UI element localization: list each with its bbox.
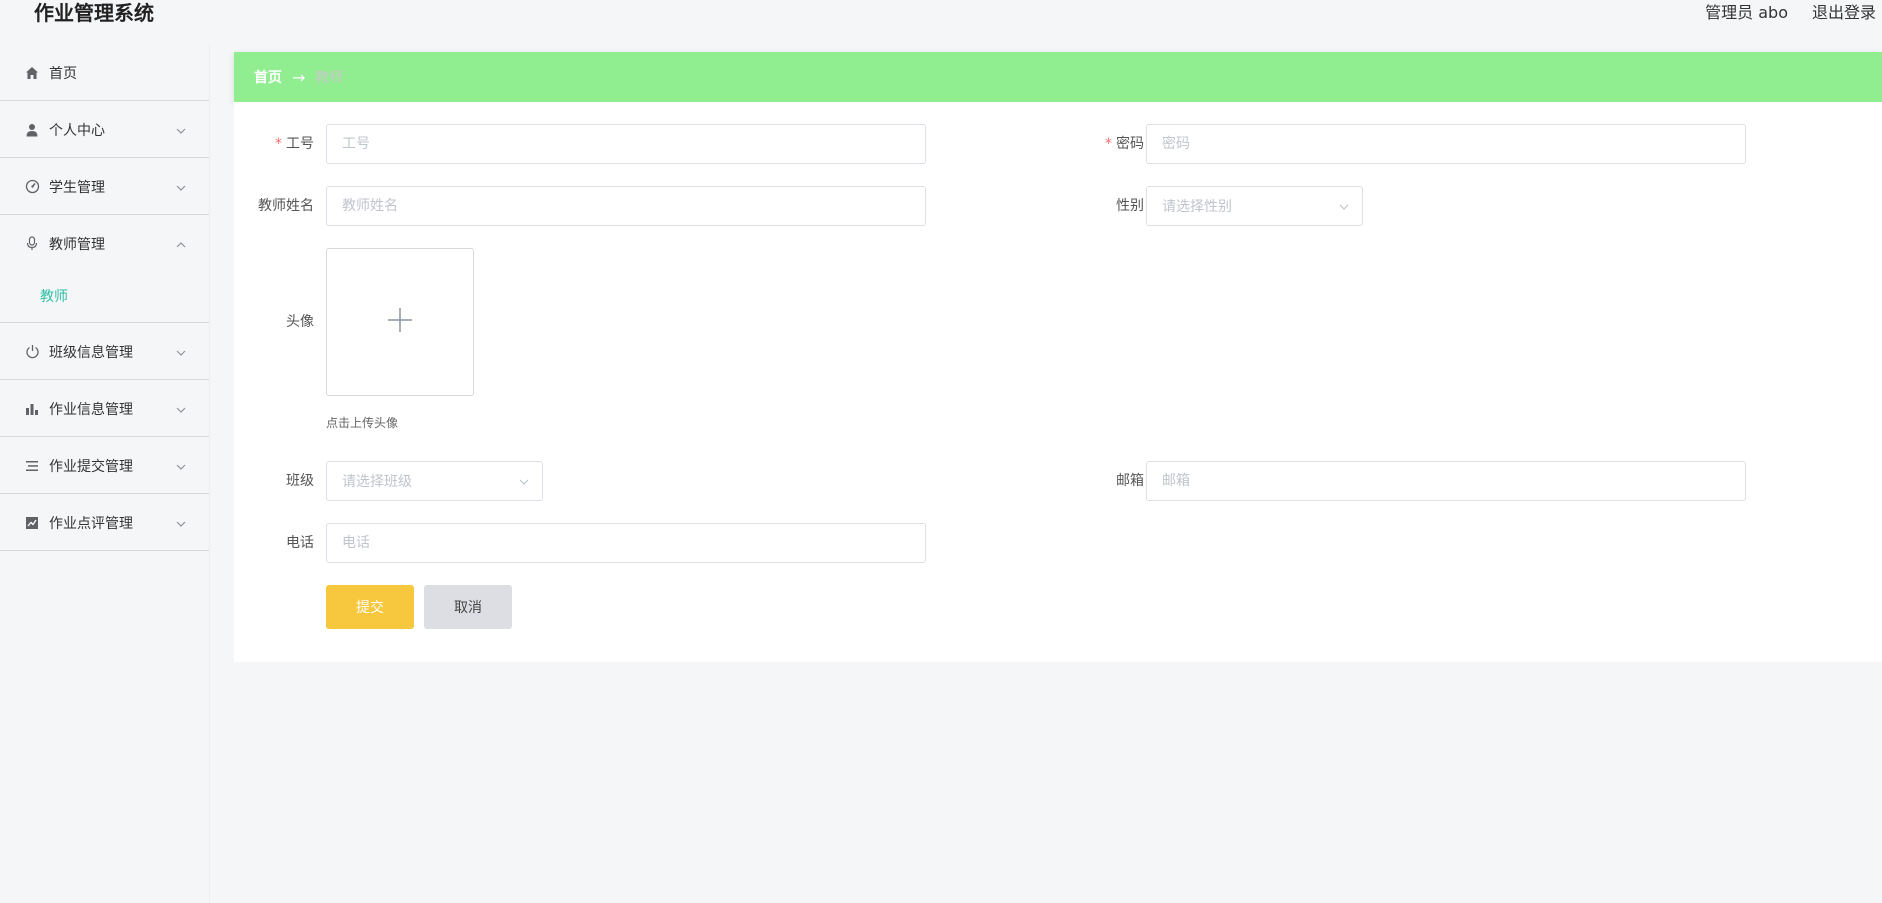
sidebar-item-class-info-management[interactable]: 班级信息管理 bbox=[0, 323, 209, 380]
upload-tip: 点击上传头像 bbox=[326, 416, 399, 430]
teacher-name-input[interactable] bbox=[326, 186, 926, 226]
required-marker: * bbox=[275, 136, 282, 152]
logout-link[interactable]: 退出登录 bbox=[1812, 0, 1876, 26]
sidebar-item-homework-submission-management[interactable]: 作业提交管理 bbox=[0, 437, 209, 494]
user-icon bbox=[24, 122, 40, 138]
sidebar-item-label: 个人中心 bbox=[49, 122, 105, 139]
user-label: 管理员 abo bbox=[1705, 3, 1788, 22]
chevron-down-icon bbox=[175, 458, 187, 470]
chevron-down-icon bbox=[175, 344, 187, 356]
class-label: 班级 bbox=[286, 473, 314, 489]
gender-select[interactable]: 请选择性别 bbox=[1146, 186, 1363, 226]
top-header: 作业管理系统 管理员 abo 退出登录 bbox=[0, 0, 1882, 44]
sidebar-subitem-teacher[interactable]: 教师 bbox=[0, 272, 209, 322]
sidebar-item-label: 教师管理 bbox=[49, 236, 105, 253]
dashboard-icon bbox=[24, 179, 40, 195]
sidebar-item-homework-review-management[interactable]: 作业点评管理 bbox=[0, 494, 209, 551]
sidebar-item-student-management[interactable]: 学生管理 bbox=[0, 158, 209, 215]
sidebar-item-homework-info-management[interactable]: 作业信息管理 bbox=[0, 380, 209, 437]
class-select[interactable]: 请选择班级 bbox=[326, 461, 543, 501]
breadcrumb-current: 教师 bbox=[315, 70, 344, 86]
avatar-label: 头像 bbox=[286, 314, 314, 330]
submit-button[interactable]: 提交 bbox=[326, 585, 414, 629]
sidebar-item-label: 作业信息管理 bbox=[49, 401, 133, 418]
chevron-down-icon bbox=[518, 476, 530, 488]
phone-label: 电话 bbox=[286, 535, 314, 551]
sidebar: 首页 个人中心 学生管理 教师管理 教师 班级信息管理 作业信息管理 作业提交管… bbox=[0, 44, 210, 903]
plus-icon bbox=[387, 307, 413, 337]
chevron-down-icon bbox=[175, 515, 187, 527]
home-icon bbox=[24, 65, 40, 81]
employee-id-input[interactable] bbox=[326, 124, 926, 164]
password-label: * 密码 bbox=[1105, 136, 1144, 152]
chevron-up-icon bbox=[175, 236, 187, 248]
phone-input[interactable] bbox=[326, 523, 926, 563]
cancel-button[interactable]: 取消 bbox=[424, 585, 512, 629]
sidebar-item-label: 班级信息管理 bbox=[49, 344, 133, 361]
sidebar-item-home[interactable]: 首页 bbox=[0, 44, 209, 101]
sidebar-item-label: 学生管理 bbox=[49, 179, 105, 196]
line-chart-icon bbox=[24, 515, 40, 531]
avatar-uploader[interactable] bbox=[326, 248, 474, 396]
employee-id-label: * 工号 bbox=[275, 136, 314, 152]
chevron-down-icon bbox=[175, 179, 187, 191]
power-icon bbox=[24, 344, 40, 360]
breadcrumb-home[interactable]: 首页 bbox=[254, 67, 282, 87]
sidebar-item-label: 首页 bbox=[49, 65, 77, 82]
teacher-name-label: 教师姓名 bbox=[258, 198, 314, 214]
gender-select-placeholder: 请选择性别 bbox=[1162, 199, 1232, 215]
bar-chart-icon bbox=[24, 401, 40, 417]
microphone-icon bbox=[24, 236, 40, 252]
user-area: 管理员 abo 退出登录 bbox=[1705, 0, 1876, 26]
breadcrumb: 首页 → 教师 bbox=[234, 52, 1882, 102]
class-select-placeholder: 请选择班级 bbox=[342, 474, 412, 490]
teacher-form: *工号 *密码 教师姓名 性别 请选择性别 头像 点击上传头像 班级 请选择班级… bbox=[234, 102, 1882, 662]
chevron-down-icon bbox=[175, 122, 187, 134]
sidebar-item-personal-center[interactable]: 个人中心 bbox=[0, 101, 209, 158]
required-marker: * bbox=[1105, 136, 1112, 152]
sidebar-item-label: 作业提交管理 bbox=[49, 458, 133, 475]
chevron-down-icon bbox=[175, 401, 187, 413]
gender-label: 性别 bbox=[1116, 198, 1144, 214]
chevron-down-icon bbox=[1338, 201, 1350, 213]
password-input[interactable] bbox=[1146, 124, 1746, 164]
email-label: 邮箱 bbox=[1116, 473, 1144, 489]
list-icon bbox=[24, 458, 40, 474]
breadcrumb-arrow-icon: → bbox=[292, 67, 306, 87]
sidebar-item-teacher-management[interactable]: 教师管理 教师 bbox=[0, 215, 209, 323]
email-input[interactable] bbox=[1146, 461, 1746, 501]
sidebar-item-label: 作业点评管理 bbox=[49, 515, 133, 532]
app-title: 作业管理系统 bbox=[34, 1, 154, 25]
